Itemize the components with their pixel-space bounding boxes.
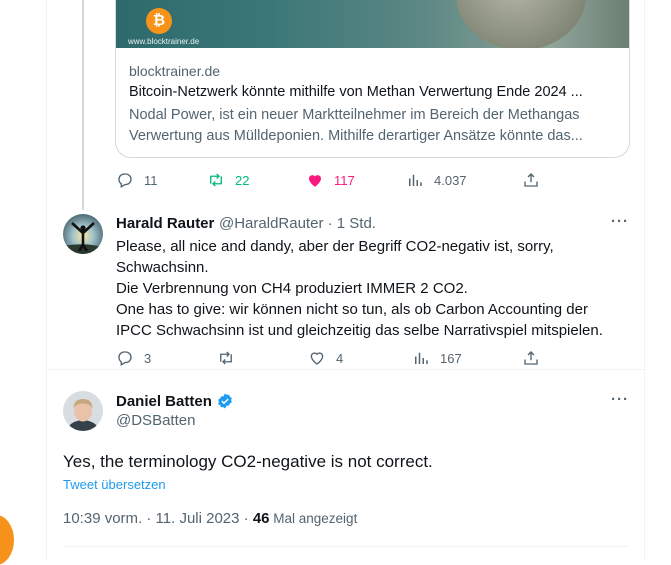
reply-button[interactable]: 3	[116, 349, 151, 367]
avatar-image	[63, 391, 103, 431]
reply-action-bar: 3 4 167	[116, 349, 636, 371]
reply-count: 3	[144, 350, 152, 366]
like-count: 4	[336, 350, 344, 366]
share-icon	[524, 351, 538, 365]
reply-text: Please, all nice and dandy, aber der Beg…	[116, 236, 636, 341]
image-rock-shape	[456, 0, 586, 48]
retweet-button[interactable]	[217, 349, 235, 367]
bitcoin-logo-icon: ₿	[146, 8, 172, 34]
reply-text-line: One has to give: wir können nicht so tun…	[116, 301, 588, 318]
reply-text-line: IPCC Schwachsinn ist und gleichzeitig da…	[116, 322, 603, 339]
reply-icon	[118, 173, 132, 188]
verified-badge-icon	[218, 393, 232, 409]
main-author-name-text: Daniel Batten	[116, 392, 212, 410]
heart-filled-icon	[309, 175, 321, 187]
views-button[interactable]: 4.037	[406, 171, 467, 189]
reply-icon	[118, 351, 132, 366]
tweet-divider	[47, 369, 644, 370]
avatar[interactable]	[63, 214, 103, 254]
reply-text-line: Die Verbrennung von CH4 produziert IMMER…	[116, 280, 468, 297]
link-preview-image[interactable]: ₿ www.blocktrainer.de	[116, 0, 629, 48]
view-count: 46	[252, 510, 270, 527]
view-count-label: Mal angezeigt	[269, 511, 358, 526]
retweet-count: 22	[235, 172, 250, 188]
tweet-metadata: 10:39 vorm. · 11. Juli 2023 · 46 Mal ang…	[63, 510, 357, 527]
views-count: 4.037	[434, 172, 467, 188]
share-icon	[524, 173, 538, 187]
translate-tweet-link[interactable]: Tweet übersetzen	[63, 477, 166, 492]
reply-text-line: Please, all nice and dandy, aber der Beg…	[116, 238, 554, 255]
retweet-icon	[220, 351, 232, 365]
views-count: 167	[440, 350, 462, 366]
main-author-handle[interactable]: @DSBatten	[116, 412, 195, 429]
thread-connector-line	[82, 0, 84, 210]
more-options-icon[interactable]: ···	[611, 213, 629, 230]
like-button[interactable]: 4	[308, 349, 343, 367]
heart-outline-icon	[310, 352, 324, 365]
more-options-icon[interactable]: ···	[611, 391, 629, 408]
retweet-icon	[210, 173, 222, 187]
card-title: Bitcoin-Netzwerk könnte mithilfe von Met…	[129, 84, 583, 100]
link-preview-card[interactable]: ₿ www.blocktrainer.de blocktrainer.de Bi…	[115, 0, 630, 158]
share-button[interactable]	[522, 349, 540, 367]
views-button[interactable]: 167	[412, 349, 462, 367]
views-chart-icon	[409, 174, 422, 186]
timestamp[interactable]: 10:39 vorm. · 11. Juli 2023 ·	[63, 510, 253, 527]
image-url-text: www.blocktrainer.de	[128, 37, 200, 46]
tweet-action-bar: 11 22 117 4.037	[116, 171, 636, 193]
main-author-name[interactable]: Daniel Batten	[116, 392, 234, 410]
card-description-line: Verwertung aus Mülldeponien. Mithilfe de…	[129, 128, 583, 144]
reply-text-line: Schwachsinn.	[116, 259, 209, 276]
like-count: 117	[334, 172, 355, 188]
reply-button[interactable]: 11	[116, 171, 158, 189]
floating-action-button[interactable]	[0, 515, 14, 565]
avatar-image	[63, 214, 103, 254]
views-chart-icon	[415, 352, 428, 364]
like-button[interactable]: 117	[306, 171, 355, 189]
share-button[interactable]	[522, 171, 540, 189]
card-domain: blocktrainer.de	[129, 63, 221, 79]
avatar[interactable]	[63, 391, 103, 431]
reply-count: 11	[144, 172, 158, 188]
reply-author-name[interactable]: Harald Rauter	[116, 215, 214, 232]
reply-author-meta[interactable]: @HaraldRauter · 1 Std.	[219, 215, 376, 232]
main-tweet-text: Yes, the terminology CO2-negative is not…	[63, 452, 433, 471]
card-description-line: Nodal Power, ist ein neuer Marktteilnehm…	[129, 107, 580, 123]
retweet-button[interactable]: 22	[207, 171, 249, 189]
column-border-right	[644, 0, 645, 560]
column-border-left	[46, 0, 47, 560]
metadata-divider	[63, 546, 628, 547]
card-description: Nodal Power, ist ein neuer Marktteilnehm…	[129, 105, 619, 147]
